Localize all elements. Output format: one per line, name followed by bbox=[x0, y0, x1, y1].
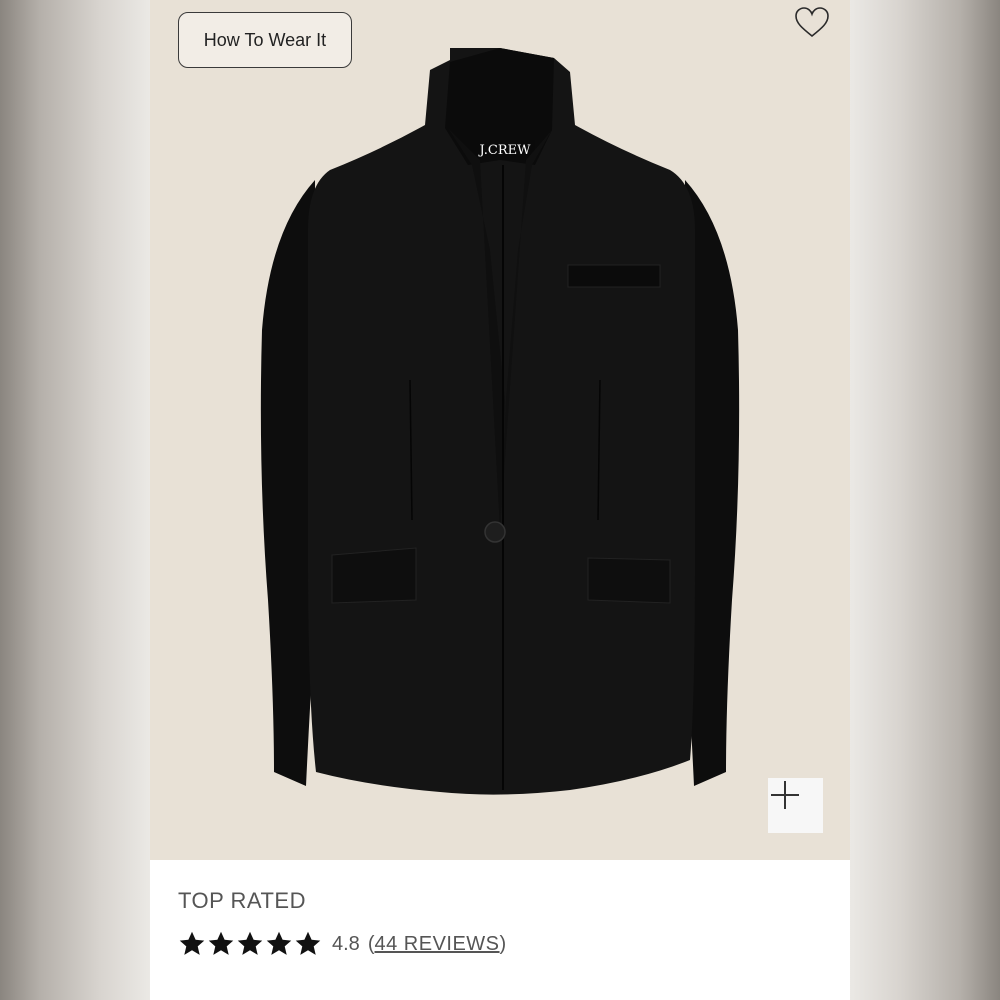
star-rating bbox=[178, 930, 322, 958]
star-icon bbox=[179, 931, 205, 955]
brand-label: J.CREW bbox=[478, 143, 532, 158]
how-to-wear-button[interactable]: How To Wear It bbox=[178, 12, 352, 68]
product-card: J.CREW How To Wear It TOP RATED 4.8 (44 … bbox=[150, 0, 850, 1000]
reviews-count: (44 REVIEWS) bbox=[368, 933, 506, 956]
star-icon bbox=[295, 931, 321, 955]
reviews-close-paren: ) bbox=[499, 932, 507, 955]
heart-icon[interactable] bbox=[792, 4, 832, 40]
top-rated-badge: TOP RATED bbox=[178, 888, 306, 913]
reviews-link[interactable]: 44 REVIEWS bbox=[374, 933, 499, 955]
rating-row: 4.8 (44 REVIEWS) bbox=[178, 930, 506, 958]
product-info: TOP RATED 4.8 (44 REVIEWS) bbox=[178, 888, 506, 955]
product-image[interactable]: J.CREW How To Wear It bbox=[150, 0, 850, 860]
zoom-button[interactable] bbox=[768, 778, 823, 833]
blazer-illustration: J.CREW bbox=[260, 48, 740, 795]
star-icon bbox=[208, 931, 234, 955]
star-icon bbox=[266, 931, 292, 955]
rating-value: 4.8 bbox=[332, 932, 360, 955]
star-icon bbox=[237, 931, 263, 955]
plus-icon bbox=[771, 781, 799, 809]
